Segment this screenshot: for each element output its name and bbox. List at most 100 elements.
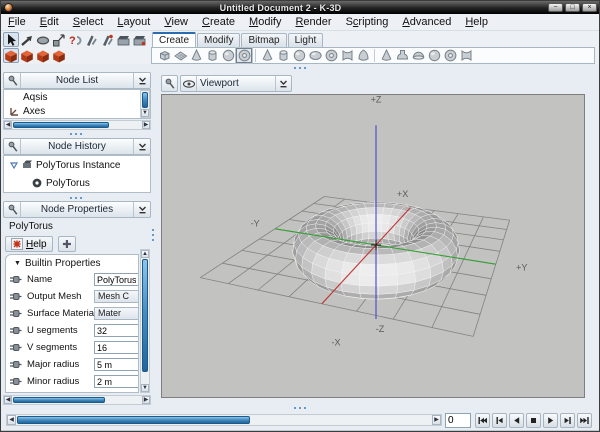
node-list-vertical-scrollbar[interactable]: ▼ [140,90,150,118]
scrollbar-thumb[interactable] [13,397,105,403]
tab-modify[interactable]: Modify [197,33,240,47]
panel-splitter[interactable] [3,130,149,138]
tab-create[interactable]: Create [152,32,196,47]
next-key-button[interactable] [560,413,575,428]
plug-icon[interactable] [9,308,22,319]
property-value-input[interactable] [94,358,139,371]
scroll-left-icon[interactable]: ◀ [4,396,12,404]
create-ellipsoid-button[interactable] [307,48,323,63]
property-value-button[interactable]: Mater [94,307,139,320]
select-tool[interactable] [3,32,19,47]
menu-file[interactable]: File [1,15,33,29]
plug-icon[interactable] [9,291,22,302]
create-torus-button[interactable] [442,48,458,63]
render-frame-tool[interactable] [131,32,147,47]
menu-create[interactable]: Create [195,15,242,29]
select-vertices-mode[interactable] [19,48,35,63]
add-property-button[interactable]: ✚ [58,236,76,252]
create-cone-button[interactable] [378,48,394,63]
menu-scripting[interactable]: Scripting [339,15,396,29]
plug-icon[interactable] [9,342,22,353]
snap-tool[interactable]: ? [67,32,83,47]
scroll-right-icon[interactable]: ▶ [432,415,441,425]
menu-help[interactable]: Help [458,15,495,29]
property-value-input[interactable] [94,324,139,337]
plug-icon[interactable] [9,274,22,285]
menu-advanced[interactable]: Advanced [395,15,458,29]
create-bell-button[interactable] [394,48,410,63]
move-tool[interactable] [19,32,35,47]
create-torus-button[interactable] [236,48,252,63]
create-hyperboloid-button[interactable] [458,48,474,63]
maximize-button[interactable]: □ [565,3,580,12]
plug-icon[interactable] [9,325,22,336]
viewport-canvas[interactable]: +X-X+Y-Y+Z-Z [161,94,585,398]
horizontal-splitter[interactable] [1,64,599,72]
node-list-item[interactable]: Axes [4,104,150,118]
previous-key-button[interactable] [492,413,507,428]
pin-icon[interactable] [4,202,21,217]
tab-light[interactable]: Light [288,33,324,47]
plug-icon[interactable] [9,359,22,370]
scrollbar-thumb[interactable] [13,122,109,128]
tab-bitmap[interactable]: Bitmap [241,33,286,47]
timeline-thumb[interactable] [17,416,250,424]
viewport-selector[interactable]: Viewport [180,75,292,92]
scroll-left-icon[interactable]: ◀ [4,121,12,129]
create-sphere-button[interactable] [291,48,307,63]
forward-end-button[interactable] [577,413,592,428]
create-paraboloid-button[interactable] [355,48,371,63]
title-bar[interactable]: Untitled Document 2 - K-3D −□× [1,1,599,14]
menu-edit[interactable]: Edit [33,15,66,29]
stop-button[interactable] [526,413,541,428]
node-history-item[interactable]: PolyTorus Instance [4,156,150,174]
create-cube-button[interactable] [156,48,172,63]
node-history-tree[interactable]: PolyTorus InstancePolyTorus [3,155,151,193]
scale-tool[interactable] [51,32,67,47]
create-cone-button[interactable] [259,48,275,63]
menu-modify[interactable]: Modify [242,15,288,29]
menu-select[interactable]: Select [66,15,111,29]
scroll-right-icon[interactable]: ▶ [142,396,150,404]
play-forward-button[interactable] [543,413,558,428]
scroll-up-icon[interactable]: ▲ [141,250,149,258]
create-cylinder-button[interactable] [204,48,220,63]
select-nodes-mode[interactable] [3,48,19,63]
measure-angle-tool[interactable] [99,32,115,47]
scrollbar-thumb[interactable] [142,259,148,372]
scroll-left-icon[interactable]: ◀ [7,415,16,425]
rotate-tool[interactable] [35,32,51,47]
pin-icon[interactable] [4,73,21,88]
frame-number-field[interactable] [445,413,471,428]
play-backward-button[interactable] [509,413,524,428]
minimize-button[interactable]: − [548,3,563,12]
create-sphere-button[interactable] [426,48,442,63]
plug-icon[interactable] [9,376,22,387]
scroll-right-icon[interactable]: ▶ [142,121,150,129]
property-value-input[interactable] [94,375,139,388]
expander-icon[interactable] [9,160,19,170]
node-history-item[interactable]: PolyTorus [4,174,150,192]
property-value-input[interactable] [94,341,139,354]
select-edges-mode[interactable] [35,48,51,63]
create-torus-button[interactable] [323,48,339,63]
create-cone-button[interactable] [188,48,204,63]
create-grid-button[interactable] [172,48,188,63]
torus-3d-view[interactable]: +X-X+Y-Y+Z-Z [162,95,584,397]
scroll-down-icon[interactable]: ▼ [141,384,149,392]
create-cylinder-button[interactable] [275,48,291,63]
panel-menu-icon[interactable] [133,139,150,154]
menu-layout[interactable]: Layout [110,15,157,29]
builtin-properties-section[interactable]: ▼Builtin Properties [6,255,138,271]
timeline-scrollbar[interactable]: ◀ ▶ [6,414,442,426]
horizontal-splitter[interactable] [1,404,599,412]
measure-tool[interactable] [83,32,99,47]
menu-render[interactable]: Render [288,15,338,29]
rewind-button[interactable] [475,413,490,428]
close-button[interactable]: × [582,3,597,12]
node-list-horizontal-scrollbar[interactable]: ◀ ▶ [3,120,151,130]
select-faces-mode[interactable] [51,48,67,63]
node-list-item[interactable]: Aqsis [4,90,150,104]
create-hyperboloid-button[interactable] [339,48,355,63]
help-button[interactable]: Help [5,236,53,252]
